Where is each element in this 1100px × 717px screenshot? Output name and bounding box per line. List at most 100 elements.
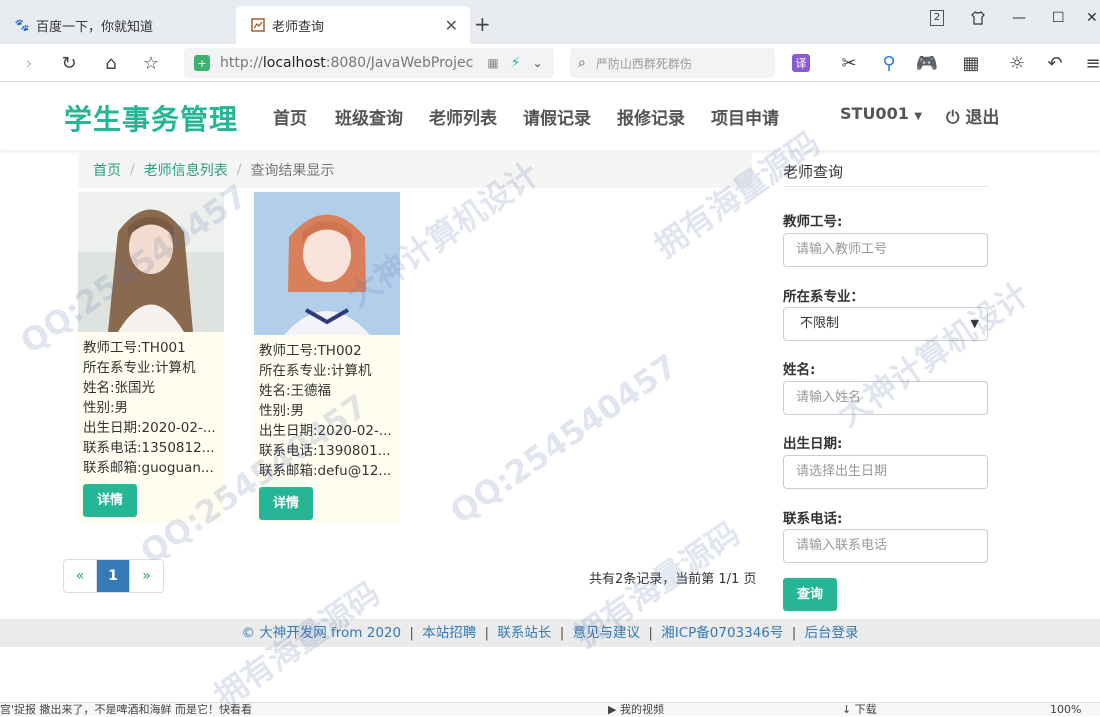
magnifier-icon[interactable]: ⚲: [876, 50, 902, 76]
caret-down-icon: ▼: [914, 111, 923, 122]
detail-button[interactable]: 详情: [259, 487, 313, 520]
teacher-photo[interactable]: [78, 192, 224, 332]
footer-separator: |: [484, 625, 490, 641]
footer-separator: |: [648, 625, 653, 641]
detail-button[interactable]: 详情: [83, 484, 137, 517]
user-name: STU001: [840, 104, 909, 123]
status-video-label: 我的视频: [619, 703, 664, 716]
breadcrumb-home[interactable]: 首页: [93, 160, 121, 180]
breadcrumb-teacher-list[interactable]: 老师信息列表: [144, 160, 228, 180]
nav-class-query[interactable]: 班级查询: [335, 104, 403, 129]
site-brand[interactable]: 学生事务管理: [64, 98, 238, 138]
teacher-card: 教师工号:TH002 所在系专业:计算机 姓名:王德福 性别:男 出生日期:20…: [254, 192, 400, 522]
new-tab-icon[interactable]: +: [474, 12, 491, 36]
minimize-icon[interactable]: —: [1012, 10, 1026, 26]
qr-icon[interactable]: ▦: [487, 56, 498, 70]
status-news[interactable]: 宫'捉报 撒出来了，不是啤酒和海鲜 而是它！快看看: [0, 703, 252, 716]
teacher-dept: 所在系专业:计算机: [83, 360, 196, 376]
pagination-page-current[interactable]: 1: [97, 560, 130, 592]
address-bar[interactable]: + http://localhost:8080/JavaWebProjec ▦ …: [184, 48, 554, 78]
footer-separator: |: [791, 625, 797, 641]
power-icon: ⏻: [946, 108, 960, 128]
logout-label: 退出: [965, 108, 1000, 128]
brightness-icon[interactable]: ☼: [1004, 50, 1030, 76]
nav-leave-records[interactable]: 请假记录: [523, 104, 591, 129]
footer-separator: |: [559, 625, 565, 641]
footer-separator: |: [409, 625, 414, 641]
watermark: QQ:254540457: [443, 346, 685, 532]
footer-link-feedback[interactable]: 意见与建议: [573, 625, 641, 641]
footer-copyright: © 大神开发网 from 2020: [241, 625, 402, 641]
pagination-next[interactable]: »: [130, 560, 163, 592]
phone-label: 联系电话:: [783, 511, 843, 527]
footer-link-icp[interactable]: 湘ICP备0703346号: [661, 625, 783, 641]
teacher-email: 联系邮箱:defu@12...: [259, 463, 392, 479]
browser-statusbar: 宫'捉报 撒出来了，不是啤酒和海鲜 而是它！快看看 ▶ 我的视频 ↓ 下载 10…: [0, 702, 1100, 716]
chevron-down-icon: ▼: [970, 317, 979, 330]
footer-link-admin[interactable]: 后台登录: [805, 625, 859, 641]
dept-select[interactable]: 不限制 ▼: [783, 307, 988, 341]
status-download-label: 下载: [854, 703, 877, 716]
teacher-info: 教师工号:TH001 所在系专业:计算机 姓名:张国光 性别:男 出生日期:20…: [78, 332, 224, 478]
play-icon: ▶: [608, 703, 617, 716]
teacher-dept: 所在系专业:计算机: [259, 363, 372, 379]
teacher-info: 教师工号:TH002 所在系专业:计算机 姓名:王德福 性别:男 出生日期:20…: [254, 335, 400, 481]
scissors-icon[interactable]: ✂: [836, 50, 862, 76]
teacher-name: 姓名:王德福: [259, 383, 332, 399]
birth-label: 出生日期:: [783, 436, 843, 452]
search-input[interactable]: ⌕ 严防山西群死群伤: [570, 48, 775, 78]
tab-count-badge[interactable]: 2: [930, 10, 944, 26]
chevron-down-icon[interactable]: ⌄: [533, 56, 543, 70]
birth-date-input[interactable]: 请选择出生日期: [783, 455, 988, 489]
teacher-no-input[interactable]: 请输入教师工号: [783, 233, 988, 267]
home-icon[interactable]: ⌂: [98, 50, 124, 76]
lightning-icon[interactable]: ⚡: [511, 55, 521, 71]
breadcrumb-separator: /: [236, 162, 242, 178]
nav-project-apply[interactable]: 项目申请: [711, 104, 779, 129]
bookmark-star-icon[interactable]: ☆: [138, 50, 164, 76]
download-icon: ↓: [842, 703, 852, 716]
shirt-icon[interactable]: [970, 10, 986, 30]
reload-icon[interactable]: ↻: [56, 50, 82, 76]
status-video[interactable]: ▶ 我的视频: [608, 703, 664, 716]
pagination-prev[interactable]: «: [64, 560, 97, 592]
name-label: 姓名:: [783, 362, 816, 378]
teacher-no-label: 教师工号:: [783, 214, 843, 230]
site-header: 学生事务管理 首页 班级查询 老师列表 请假记录 报修记录 项目申请 STU00…: [0, 82, 1100, 150]
teacher-photo[interactable]: [254, 192, 400, 335]
dept-selected-value: 不限制: [800, 316, 840, 331]
browser-tab-active[interactable]: 老师查询 ✕: [236, 6, 470, 44]
translate-icon[interactable]: 译: [792, 54, 810, 72]
status-download[interactable]: ↓ 下载: [842, 703, 877, 716]
close-tab-icon[interactable]: ✕: [445, 16, 458, 35]
teacher-birth: 出生日期:2020-02-...: [259, 423, 392, 439]
query-button[interactable]: 查询: [783, 578, 837, 611]
menu-icon[interactable]: ≡: [1080, 50, 1100, 76]
maximize-icon[interactable]: ☐: [1052, 10, 1065, 26]
footer-link-recruit[interactable]: 本站招聘: [422, 625, 476, 641]
logout-button[interactable]: ⏻ 退出: [946, 103, 999, 128]
user-menu[interactable]: STU001 ▼: [840, 104, 922, 123]
status-zoom[interactable]: 100%: [1050, 703, 1081, 716]
close-window-icon[interactable]: ✕: [1086, 10, 1098, 26]
site-footer: © 大神开发网 from 2020 | 本站招聘 | 联系站长 | 意见与建议 …: [0, 619, 1100, 647]
nav-home[interactable]: 首页: [273, 104, 307, 129]
apps-grid-icon[interactable]: ▦: [958, 50, 984, 76]
teacher-id: 教师工号:TH001: [83, 340, 186, 356]
url-host: localhost: [262, 55, 326, 71]
phone-input[interactable]: 请输入联系电话: [783, 529, 988, 563]
pagination-summary: 共有2条记录，当前第 1/1 页: [589, 572, 757, 587]
gamepad-icon[interactable]: 🎮: [914, 50, 940, 76]
browser-tab-baidu[interactable]: 🐾 百度一下，你就知道: [0, 6, 232, 44]
nav-teacher-list[interactable]: 老师列表: [429, 104, 497, 129]
divider: [783, 186, 988, 187]
secure-shield-icon: +: [194, 55, 210, 71]
footer-link-contact[interactable]: 联系站长: [497, 625, 551, 641]
undo-icon[interactable]: ↶: [1042, 50, 1068, 76]
teacher-email: 联系邮箱:guoguan...: [83, 460, 214, 476]
name-input[interactable]: 请输入姓名: [783, 381, 988, 415]
nav-repair-records[interactable]: 报修记录: [617, 104, 685, 129]
page-favicon-icon: [250, 17, 266, 33]
forward-icon[interactable]: ›: [16, 50, 42, 76]
teacher-card: 教师工号:TH001 所在系专业:计算机 姓名:张国光 性别:男 出生日期:20…: [78, 192, 224, 522]
